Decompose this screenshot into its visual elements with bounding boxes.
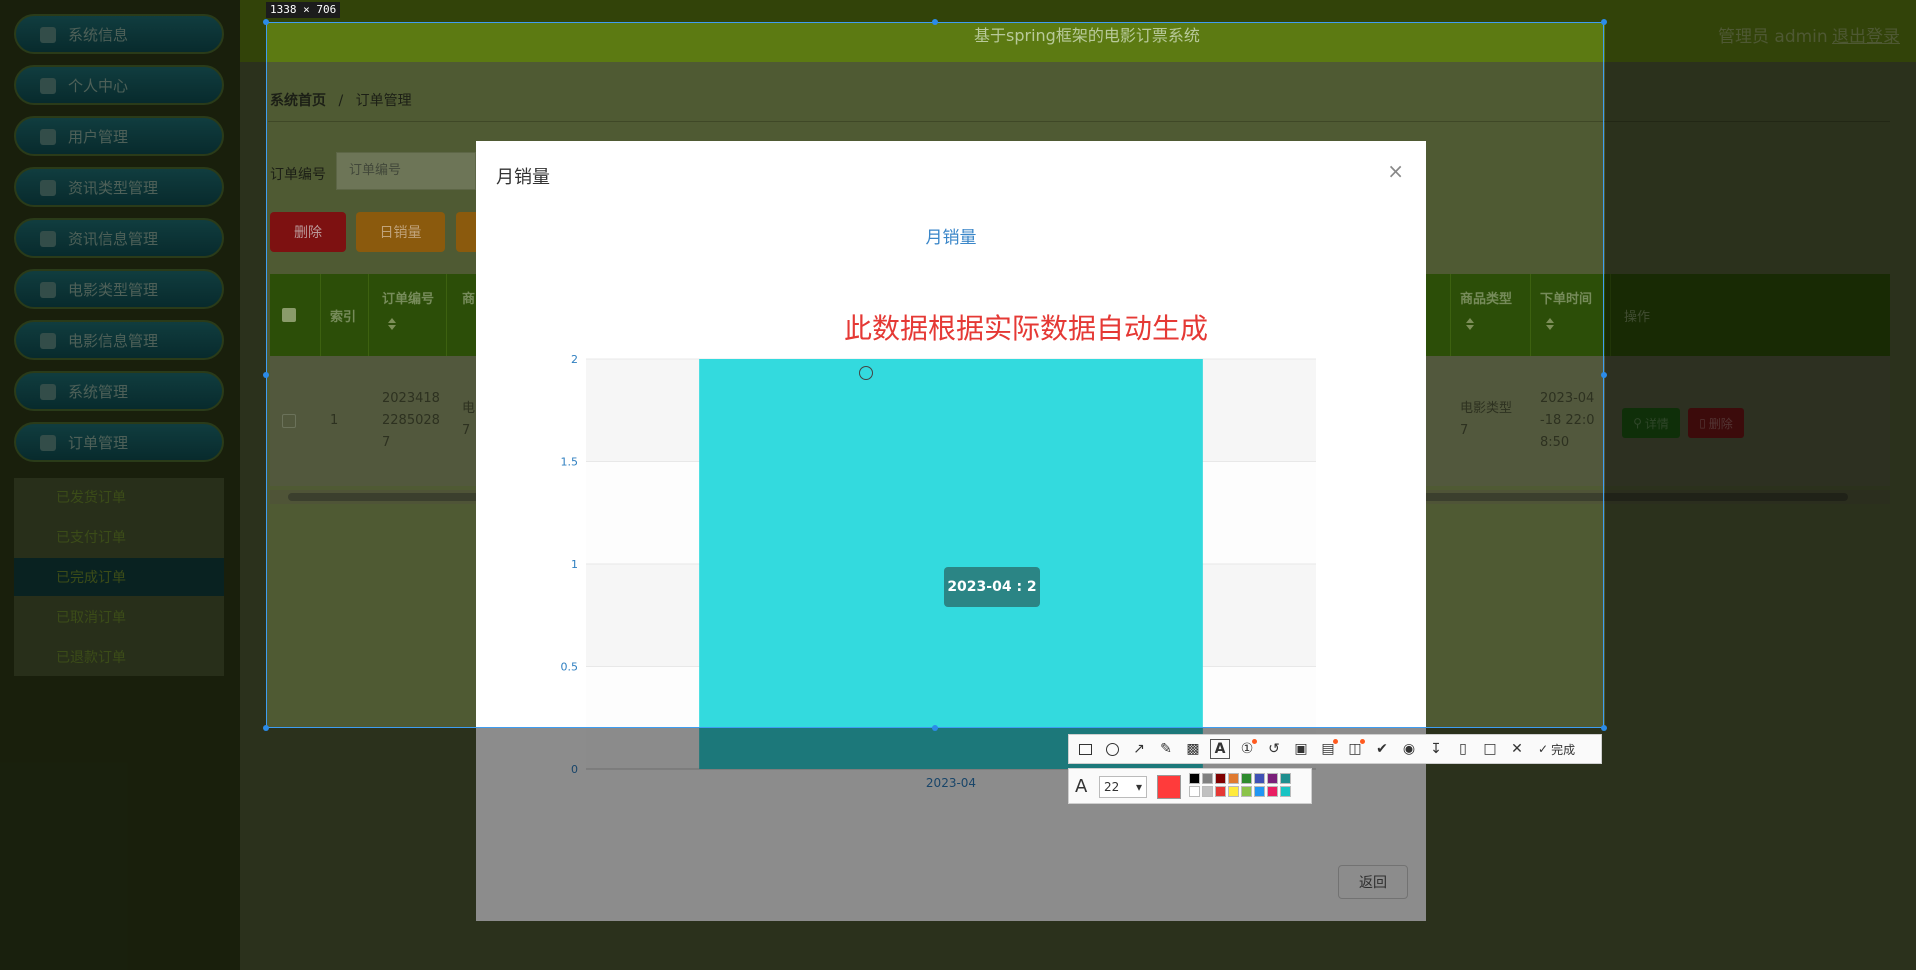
resize-handle[interactable] [1601, 19, 1607, 25]
resize-handle[interactable] [932, 725, 938, 731]
color-swatch[interactable] [1215, 786, 1226, 797]
done-label: 完成 [1551, 742, 1576, 757]
resize-handle[interactable] [263, 372, 269, 378]
crosshair-cursor-icon [859, 366, 873, 380]
pin-icon[interactable]: ✔ [1372, 739, 1392, 759]
screenshot-icon[interactable]: ◫ [1345, 739, 1365, 759]
check-icon: ✓ [1538, 742, 1549, 756]
rectangle-icon[interactable] [1075, 739, 1095, 759]
font-size-select[interactable]: 22 ▾ [1099, 776, 1147, 798]
resize-handle[interactable] [263, 725, 269, 731]
color-swatch[interactable] [1254, 786, 1265, 797]
selection-rectangle[interactable] [266, 22, 1604, 728]
resize-handle[interactable] [932, 19, 938, 25]
color-swatch[interactable] [1228, 773, 1239, 784]
color-swatch[interactable] [1215, 773, 1226, 784]
pencil-icon[interactable]: ✎ [1156, 739, 1176, 759]
color-swatch[interactable] [1189, 773, 1200, 784]
color-swatch[interactable] [1189, 786, 1200, 797]
bookmark-icon[interactable]: □ [1480, 739, 1500, 759]
download-icon[interactable]: ↧ [1426, 739, 1446, 759]
font-icon: A [1075, 776, 1088, 797]
resize-handle[interactable] [263, 19, 269, 25]
color-swatch[interactable] [1241, 786, 1252, 797]
color-swatch[interactable] [1267, 786, 1278, 797]
resize-handle[interactable] [1601, 725, 1607, 731]
color-swatch[interactable] [1280, 786, 1291, 797]
dim-bottom [266, 728, 1605, 970]
chevron-down-icon: ▾ [1135, 780, 1142, 794]
text-icon[interactable]: A [1210, 739, 1230, 759]
selection-size-label: 1338 × 706 [266, 2, 341, 18]
mosaic-icon[interactable]: ▩ [1183, 739, 1203, 759]
ocr-icon[interactable]: ▤ [1318, 739, 1338, 759]
text-style-toolbar: A 22 ▾ [1068, 768, 1312, 804]
selected-color[interactable] [1157, 775, 1181, 799]
number-icon[interactable]: ① [1237, 739, 1257, 759]
color-swatch[interactable] [1280, 773, 1291, 784]
dim-right [1605, 0, 1916, 970]
color-swatch[interactable] [1267, 773, 1278, 784]
arrow-icon[interactable]: ↗ [1129, 739, 1149, 759]
ellipse-icon[interactable] [1102, 739, 1122, 759]
resize-handle[interactable] [1601, 372, 1607, 378]
close-icon[interactable]: ✕ [1507, 739, 1527, 759]
dim-left [0, 0, 266, 970]
color-swatch[interactable] [1228, 786, 1239, 797]
record-icon[interactable]: ◉ [1399, 739, 1419, 759]
done-button[interactable]: ✓ 完成 [1538, 741, 1575, 758]
color-swatch[interactable] [1241, 773, 1252, 784]
snip-toolbar: ↗ ✎ ▩ A ① ↺ ▣ ▤ ◫ ✔ ◉ ↧ ▯ □ ✕ ✓ 完成 [1068, 734, 1602, 764]
phone-icon[interactable]: ▯ [1453, 739, 1473, 759]
color-swatch[interactable] [1202, 773, 1213, 784]
color-swatch[interactable] [1202, 786, 1213, 797]
font-size-value: 22 [1104, 780, 1120, 794]
undo-icon[interactable]: ↺ [1264, 739, 1284, 759]
color-swatch[interactable] [1254, 773, 1265, 784]
desktop: 系统信息 个人中心 用户管理 资讯类型管理 资讯信息管理 电影类型管理 电影信息… [0, 0, 1916, 970]
crop-icon[interactable]: ▣ [1291, 739, 1311, 759]
